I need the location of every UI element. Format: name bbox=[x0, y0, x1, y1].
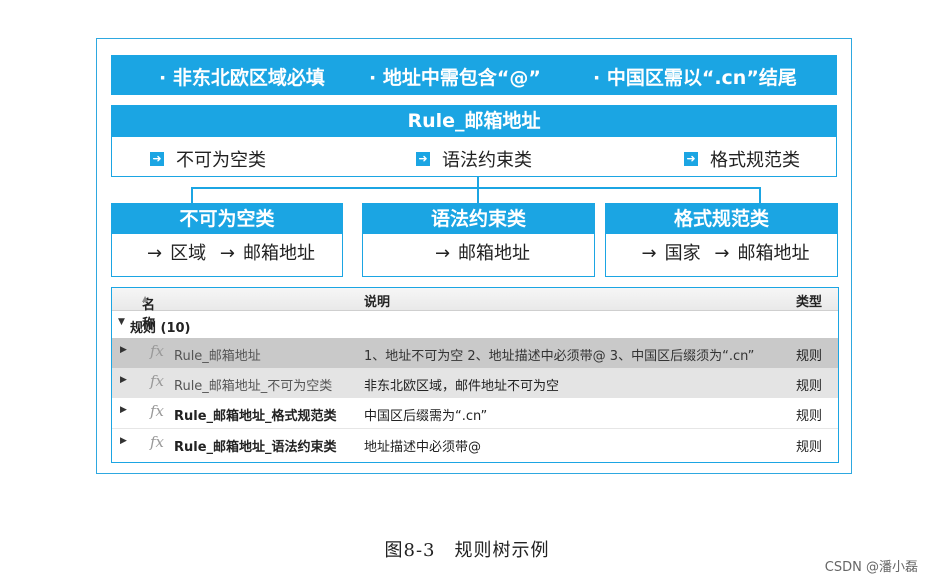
rules-table: 名称 ▲ 说明 类型 ▼ 规则 (10) ▶ fx Rule_邮箱地址 1、地址… bbox=[111, 287, 839, 463]
subrule-items: → 区域 → 邮箱地址 bbox=[112, 234, 342, 274]
connector-line bbox=[191, 187, 759, 189]
function-icon: fx bbox=[150, 433, 165, 451]
row-name: Rule_邮箱地址_语法约束类 bbox=[174, 440, 337, 455]
table-row[interactable]: ▶ fx Rule_邮箱地址_不可为空类 非东北欧区域，邮件地址不可为空 规则 bbox=[112, 368, 838, 398]
function-icon: fx bbox=[150, 402, 165, 420]
subrule-item: 区域 bbox=[170, 243, 207, 264]
arrow-icon: → bbox=[147, 243, 163, 264]
subrule-items: → 邮箱地址 bbox=[363, 234, 594, 274]
column-header-desc[interactable]: 说明 bbox=[364, 291, 390, 310]
column-header-type[interactable]: 类型 bbox=[796, 291, 822, 310]
subrule-title: 不可为空类 bbox=[112, 204, 342, 234]
row-desc: 中国区后缀需为“.cn” bbox=[364, 409, 488, 424]
row-desc: 地址描述中必须带@ bbox=[364, 440, 482, 455]
arrow-icon: → bbox=[641, 243, 657, 264]
row-type: 规则 bbox=[796, 440, 823, 455]
table-header: 名称 ▲ 说明 类型 bbox=[112, 288, 838, 332]
subrule-item: 邮箱地址 bbox=[458, 243, 531, 264]
diagram-frame: · 非东北欧区域必填 · 地址中需包含“@” · 中国区需以“.cn”结尾 Ru… bbox=[96, 38, 852, 474]
requirement-item: · 非东北欧区域必填 bbox=[159, 67, 325, 89]
watermark: CSDN @潘小磊 bbox=[824, 560, 918, 575]
arrow-right-icon: ➜ bbox=[416, 152, 430, 166]
subrule-title: 语法约束类 bbox=[363, 204, 594, 234]
row-type: 规则 bbox=[796, 379, 823, 394]
rule-category-label: 不可为空类 bbox=[176, 150, 266, 171]
row-type: 规则 bbox=[796, 409, 823, 424]
arrow-icon: → bbox=[219, 243, 235, 264]
arrow-icon: → bbox=[714, 243, 730, 264]
rule-category-label: 语法约束类 bbox=[442, 150, 532, 171]
subrule-item: 国家 bbox=[664, 243, 701, 264]
rule-box: Rule_邮箱地址 ➜ 不可为空类 ➜ 语法约束类 ➜ 格式规范类 bbox=[111, 105, 837, 177]
rule-title: Rule_邮箱地址 bbox=[112, 106, 836, 137]
sort-asc-icon: ▲ bbox=[142, 294, 149, 303]
function-icon: fx bbox=[150, 342, 165, 360]
group-label: 规则 (10) bbox=[130, 321, 191, 336]
collapsed-triangle-icon[interactable]: ▶ bbox=[120, 405, 127, 415]
requirements-bar: · 非东北欧区域必填 · 地址中需包含“@” · 中国区需以“.cn”结尾 bbox=[111, 55, 837, 95]
arrow-right-icon: ➜ bbox=[150, 152, 164, 166]
arrow-icon: → bbox=[434, 243, 451, 264]
rule-category-label: 格式规范类 bbox=[710, 150, 800, 171]
table-row[interactable]: ▶ fx Rule_邮箱地址 1、地址不可为空 2、地址描述中必须带@ 3、中国… bbox=[112, 338, 838, 368]
figure-caption: 图8-3 规则树示例 bbox=[384, 540, 550, 561]
tree-group[interactable]: ▼ 规则 (10) bbox=[112, 312, 838, 338]
row-desc: 1、地址不可为空 2、地址描述中必须带@ 3、中国区后缀须为“.cn” bbox=[364, 349, 755, 364]
table-row[interactable]: ▶ fx Rule_邮箱地址_语法约束类 地址描述中必须带@ 规则 bbox=[112, 429, 838, 459]
rule-category: ➜ 语法约束类 bbox=[416, 146, 532, 172]
function-icon: fx bbox=[150, 372, 165, 390]
collapsed-triangle-icon[interactable]: ▶ bbox=[120, 375, 127, 385]
requirement-item: · 地址中需包含“@” bbox=[369, 67, 541, 89]
collapsed-triangle-icon[interactable]: ▶ bbox=[120, 345, 127, 355]
subrule-items: → 国家 → 邮箱地址 bbox=[606, 234, 837, 274]
row-name: Rule_邮箱地址 bbox=[174, 349, 261, 364]
row-desc: 非东北欧区域，邮件地址不可为空 bbox=[364, 379, 560, 394]
row-type: 规则 bbox=[796, 349, 823, 364]
subrule-box: 不可为空类 → 区域 → 邮箱地址 bbox=[111, 203, 343, 277]
subrule-box: 格式规范类 → 国家 → 邮箱地址 bbox=[605, 203, 838, 277]
subrule-item: 邮箱地址 bbox=[242, 243, 315, 264]
arrow-right-icon: ➜ bbox=[684, 152, 698, 166]
table-row[interactable]: ▶ fx Rule_邮箱地址_格式规范类 中国区后缀需为“.cn” 规则 bbox=[112, 398, 838, 429]
collapsed-triangle-icon[interactable]: ▶ bbox=[120, 436, 127, 446]
row-name: Rule_邮箱地址_不可为空类 bbox=[174, 379, 333, 394]
expanded-triangle-icon[interactable]: ▼ bbox=[118, 317, 125, 327]
rule-category: ➜ 不可为空类 bbox=[150, 146, 266, 172]
connector-line bbox=[477, 187, 479, 203]
subrule-title: 格式规范类 bbox=[606, 204, 837, 234]
subrule-item: 邮箱地址 bbox=[737, 243, 810, 264]
rule-category: ➜ 格式规范类 bbox=[684, 146, 800, 172]
connector-line bbox=[759, 187, 761, 203]
requirement-item: · 中国区需以“.cn”结尾 bbox=[593, 67, 797, 89]
row-name: Rule_邮箱地址_格式规范类 bbox=[174, 409, 337, 424]
subrule-box: 语法约束类 → 邮箱地址 bbox=[362, 203, 595, 277]
connector-line bbox=[191, 187, 193, 203]
